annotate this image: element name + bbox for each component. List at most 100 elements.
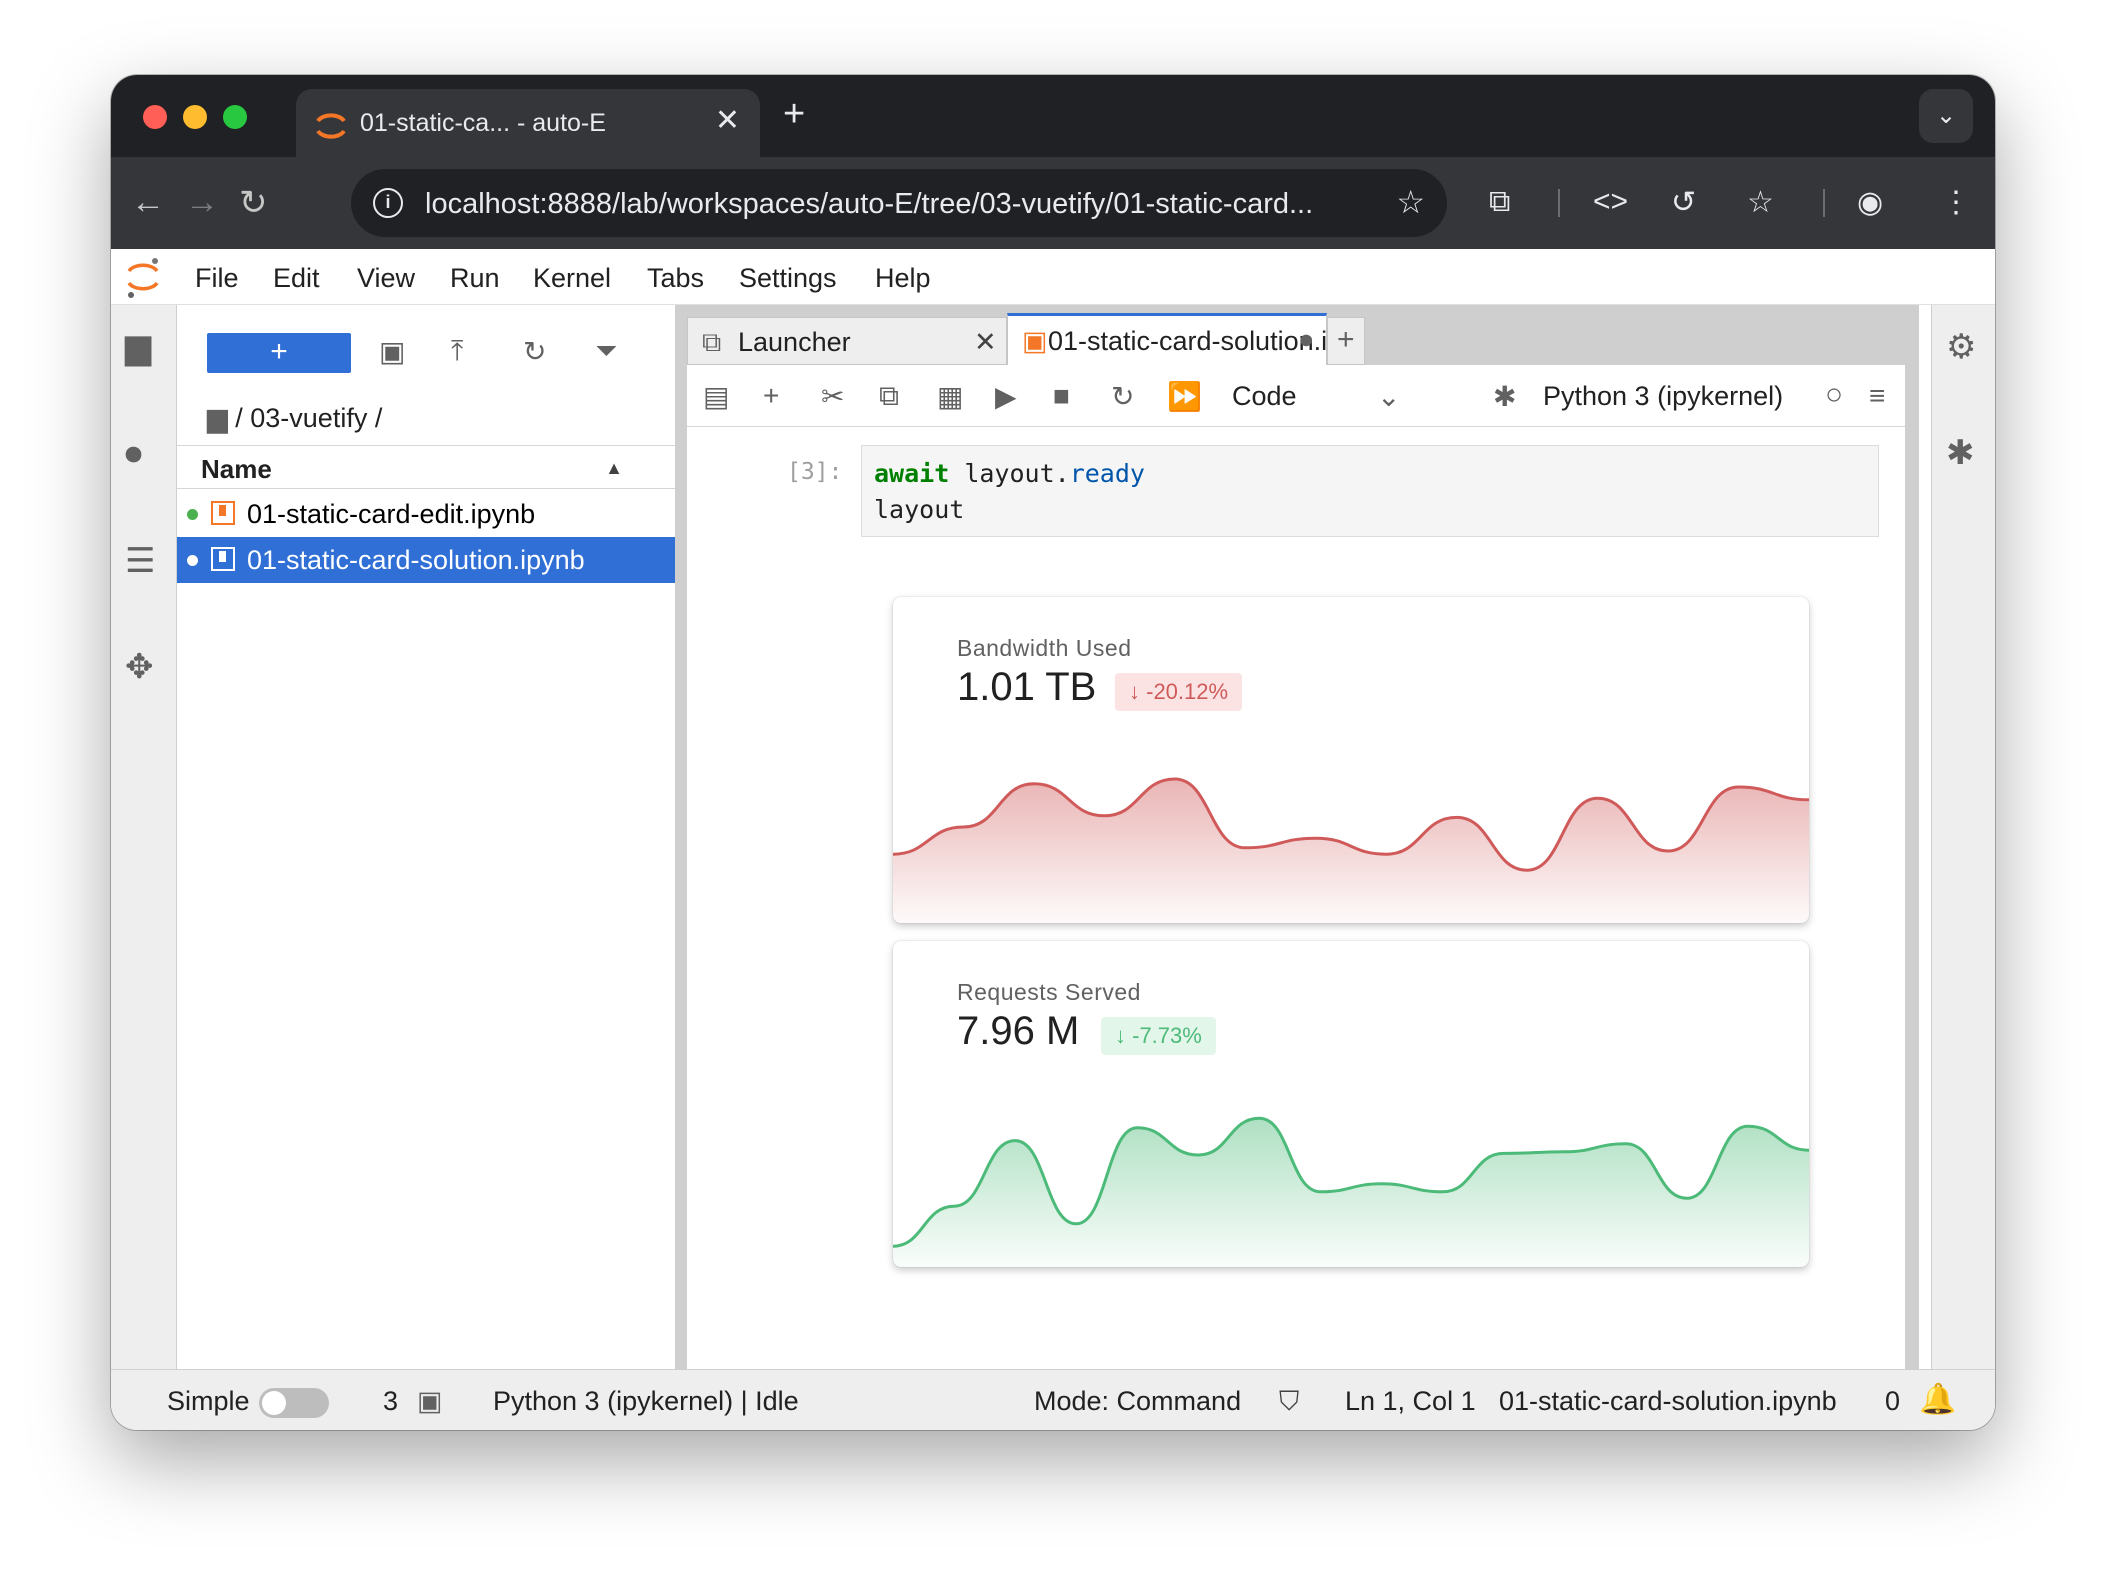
browser-toolbar: ← → ↻ i localhost:8888/lab/workspaces/au… (111, 157, 1995, 249)
insert-cell-icon[interactable]: + (763, 380, 779, 412)
maximize-window-button[interactable] (223, 105, 247, 129)
browser-menu-icon[interactable]: ⋮ (1941, 185, 1971, 220)
browser-tab-active[interactable]: 01-static-ca... - auto-E ✕ (296, 89, 760, 157)
code-icon[interactable]: <> (1593, 185, 1628, 219)
menu-run[interactable]: Run (450, 263, 500, 294)
notebook-panel: ▤ + ✂ ⧉ ▦ ▶ ■ ↻ ⏩ Code ⌄ ✱ Python 3 (ipy… (687, 365, 1905, 1369)
copy-icon[interactable]: ⧉ (879, 380, 899, 413)
card-value: 7.96 M (957, 1009, 1080, 1053)
new-folder-icon[interactable]: ▣ (379, 335, 405, 368)
running-indicator (187, 555, 198, 566)
new-launcher-button[interactable]: + (207, 333, 351, 373)
notification-count: 0 (1885, 1386, 1901, 1416)
file-row-selected[interactable]: 01-static-card-solution.ipynb (177, 537, 675, 583)
favorites-icon[interactable]: ☆ (1747, 185, 1774, 220)
debugger-icon[interactable]: ✱ (1946, 433, 1975, 473)
running-sessions-icon[interactable]: ⏺ (125, 435, 142, 474)
code-keyword: await (874, 459, 950, 488)
running-indicator (187, 509, 198, 520)
paste-icon[interactable]: ▦ (937, 380, 963, 413)
chevron-down-icon[interactable]: ⌄ (1377, 380, 1400, 413)
run-all-icon[interactable]: ⏩ (1167, 380, 1202, 413)
name-column-header[interactable]: Name (201, 454, 272, 485)
stat-card-bandwidth: Bandwidth Used 1.01 TB ↓ -20.12% (893, 597, 1809, 923)
folder-icon: ▆ (207, 403, 236, 433)
extensions-icon[interactable]: ⧉ (1489, 185, 1510, 219)
add-tab-button[interactable]: + (1327, 317, 1365, 365)
jupyter-menubar: File Edit View Run Kernel Tabs Settings … (111, 249, 1995, 305)
close-window-button[interactable] (143, 105, 167, 129)
launcher-icon: ⧉ (702, 327, 722, 357)
breadcrumb[interactable]: ▆ / 03-vuetify / (207, 403, 382, 434)
delta-badge: ↓ -20.12% (1115, 673, 1243, 711)
jupyter-logo-icon (127, 258, 159, 298)
menu-help[interactable]: Help (875, 263, 931, 294)
code-cell-editor[interactable]: await layout.ready layout (861, 445, 1879, 537)
code-line-2: layout (874, 495, 965, 524)
breadcrumb-path: / 03-vuetify / (235, 403, 383, 433)
kernel-name[interactable]: Python 3 (ipykernel) (1543, 381, 1783, 412)
profile-icon[interactable]: ◉ (1857, 185, 1883, 220)
menu-edit[interactable]: Edit (273, 263, 320, 294)
right-sidebar: ⚙ ✱ (1931, 305, 1995, 1369)
upload-icon[interactable]: ⤒ (451, 335, 463, 368)
jupyter-favicon-icon (316, 113, 346, 139)
cell-type-select[interactable]: Code (1232, 381, 1297, 412)
main-area: ⧉ Launcher ✕ ▣ 01-static-card-solution.i… (675, 305, 1919, 1369)
menu-icon[interactable]: ≡ (1869, 380, 1885, 412)
table-of-contents-icon[interactable]: ☰ (125, 541, 155, 581)
forward-icon[interactable]: → (185, 183, 219, 222)
back-icon[interactable]: ← (131, 183, 165, 222)
menu-kernel[interactable]: Kernel (533, 263, 611, 294)
extensions-puzzle-icon[interactable]: ✥ (125, 647, 154, 687)
property-inspector-icon[interactable]: ⚙ (1946, 327, 1976, 367)
reload-icon[interactable]: ↻ (239, 183, 268, 223)
menu-settings[interactable]: Settings (739, 263, 837, 294)
site-info-icon[interactable]: i (373, 188, 403, 218)
new-tab-button[interactable]: + (783, 93, 805, 136)
menu-file[interactable]: File (195, 263, 239, 294)
restart-kernel-icon[interactable]: ↻ (1111, 380, 1134, 413)
shield-icon[interactable]: ⛉ (1279, 1386, 1299, 1418)
tab-notebook[interactable]: ▣ 01-static-card-solution.ipyı ● (1007, 313, 1363, 365)
debugger-icon[interactable]: ✱ (1493, 380, 1516, 413)
toolbar-divider (1823, 189, 1825, 217)
card-title: Requests Served (957, 979, 1141, 1005)
notebook-icon: ▣ (1022, 326, 1048, 356)
file-name: 01-static-card-solution.ipynb (247, 545, 585, 575)
close-tab-icon[interactable]: ✕ (715, 103, 740, 138)
refresh-icon[interactable]: ↻ (523, 335, 546, 368)
cursor-position[interactable]: Ln 1, Col 1 (1345, 1386, 1476, 1417)
history-icon[interactable]: ↺ (1671, 185, 1696, 220)
terminal-count[interactable]: 3 (383, 1386, 398, 1417)
filter-icon[interactable]: ⏷ (595, 335, 617, 368)
run-cell-icon[interactable]: ▶ (995, 380, 1017, 413)
sparkline-chart (893, 1116, 1809, 1267)
interrupt-kernel-icon[interactable]: ■ (1053, 380, 1070, 412)
close-tab-icon[interactable]: ✕ (974, 327, 997, 358)
simple-mode-toggle[interactable] (259, 1388, 329, 1418)
bell-icon[interactable]: 🔔 (1919, 1382, 1956, 1417)
url-text: localhost:8888/lab/workspaces/auto-E/tre… (425, 188, 1314, 220)
code-object: layout. (964, 459, 1070, 488)
kernel-status-text[interactable]: Python 3 (ipykernel) | Idle (493, 1386, 799, 1417)
simple-mode-label: Simple (167, 1386, 250, 1416)
file-row[interactable]: 01-static-card-edit.ipynb (177, 491, 675, 537)
unsaved-dot-icon[interactable]: ● (1298, 324, 1314, 355)
stat-card-requests: Requests Served 7.96 M ↓ -7.73% (893, 941, 1809, 1267)
tab-search-button[interactable]: ⌄ (1919, 89, 1973, 143)
address-bar[interactable]: i localhost:8888/lab/workspaces/auto-E/t… (351, 169, 1447, 237)
menu-view[interactable]: View (357, 263, 415, 294)
kernel-chip-icon: ▣ (417, 1386, 443, 1416)
cut-icon[interactable]: ✂ (821, 380, 844, 413)
folder-icon[interactable]: ▆ (125, 327, 151, 367)
file-name: 01-static-card-edit.ipynb (247, 499, 536, 529)
save-icon[interactable]: ▤ (703, 380, 729, 413)
bookmark-star-icon[interactable]: ☆ (1396, 183, 1425, 221)
kernel-status-icon: ○ (1825, 378, 1844, 411)
browser-tab-strip: 01-static-ca... - auto-E ✕ + ⌄ (111, 75, 1995, 157)
menu-tabs[interactable]: Tabs (647, 263, 704, 294)
tab-launcher[interactable]: ⧉ Launcher ✕ (687, 317, 1007, 365)
file-list-header[interactable]: Name ▲ (177, 445, 675, 489)
minimize-window-button[interactable] (183, 105, 207, 129)
